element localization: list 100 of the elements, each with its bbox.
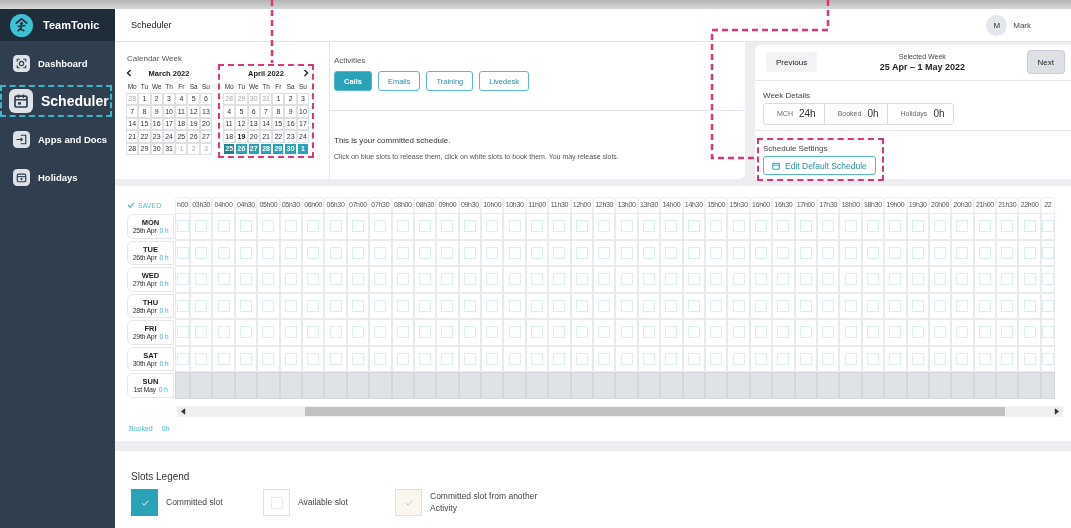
slot-checkbox[interactable] xyxy=(884,239,907,266)
slot-checkbox[interactable] xyxy=(481,292,504,319)
slot-checkbox[interactable] xyxy=(996,292,1019,319)
slot-checkbox[interactable] xyxy=(996,345,1019,372)
slot-checkbox[interactable] xyxy=(951,345,974,372)
slot-checkbox[interactable] xyxy=(458,266,482,293)
slot-checkbox[interactable] xyxy=(548,292,571,319)
slot-checkbox[interactable] xyxy=(772,319,795,346)
slot-checkbox[interactable] xyxy=(257,319,280,346)
slot-checkbox[interactable] xyxy=(1018,213,1041,240)
slot-checkbox[interactable] xyxy=(525,266,549,293)
slot-checkbox[interactable] xyxy=(436,266,459,293)
slot-checkbox[interactable] xyxy=(1018,345,1041,372)
scroll-left-icon[interactable] xyxy=(181,407,186,415)
scroll-right-icon[interactable] xyxy=(1054,407,1059,415)
slot-checkbox[interactable] xyxy=(190,345,213,372)
slot-checkbox[interactable] xyxy=(973,319,997,346)
slot-checkbox[interactable] xyxy=(861,213,885,240)
slot-checkbox[interactable] xyxy=(906,213,929,240)
slot-checkbox[interactable] xyxy=(301,319,325,346)
slot-checkbox[interactable] xyxy=(615,345,638,372)
slot-checkbox[interactable] xyxy=(861,319,885,346)
slot-checkbox[interactable] xyxy=(503,239,526,266)
slot-checkbox[interactable] xyxy=(190,292,213,319)
slot-checkbox[interactable] xyxy=(525,319,549,346)
slot-checkbox[interactable] xyxy=(884,266,907,293)
slot-checkbox[interactable] xyxy=(794,213,817,240)
slot-checkbox[interactable] xyxy=(884,292,907,319)
slot-checkbox[interactable] xyxy=(637,266,661,293)
slot-checkbox[interactable] xyxy=(615,239,638,266)
next-button[interactable]: Next xyxy=(1027,51,1064,74)
slot-checkbox[interactable] xyxy=(996,213,1019,240)
slot-checkbox[interactable] xyxy=(705,213,728,240)
slot-checkbox[interactable] xyxy=(928,213,952,240)
slot-checkbox[interactable] xyxy=(951,292,974,319)
slot-checkbox[interactable] xyxy=(391,319,414,346)
slot-checkbox[interactable] xyxy=(324,345,347,372)
slot-checkbox[interactable] xyxy=(346,266,370,293)
slot-checkbox[interactable] xyxy=(906,319,929,346)
slot-checkbox[interactable] xyxy=(346,319,370,346)
slot-checkbox[interactable] xyxy=(257,292,280,319)
slot-checkbox[interactable] xyxy=(749,266,773,293)
slot-checkbox[interactable] xyxy=(301,213,325,240)
edit-schedule-button[interactable]: Edit Default Schedule xyxy=(763,156,876,175)
slot-checkbox[interactable] xyxy=(928,319,952,346)
slot-checkbox[interactable] xyxy=(190,266,213,293)
slot-checkbox[interactable] xyxy=(593,319,616,346)
slot-checkbox[interactable] xyxy=(369,266,392,293)
slot-checkbox[interactable] xyxy=(257,266,280,293)
slot-checkbox[interactable] xyxy=(436,292,459,319)
slot-checkbox[interactable] xyxy=(615,266,638,293)
chevron-left-icon[interactable] xyxy=(126,69,132,77)
slot-checkbox[interactable] xyxy=(548,239,571,266)
slot-checkbox[interactable] xyxy=(615,319,638,346)
slot-checkbox[interactable] xyxy=(951,266,974,293)
slot-checkbox[interactable] xyxy=(369,319,392,346)
slot-checkbox[interactable] xyxy=(861,266,885,293)
slot-checkbox[interactable] xyxy=(749,319,773,346)
slot-checkbox[interactable] xyxy=(884,345,907,372)
slot-checkbox[interactable] xyxy=(481,319,504,346)
slot-checkbox[interactable] xyxy=(413,319,437,346)
slot-checkbox[interactable] xyxy=(212,213,235,240)
sidebar-item[interactable]: Holidays xyxy=(0,161,115,193)
slot-checkbox[interactable] xyxy=(593,266,616,293)
slot-checkbox[interactable] xyxy=(772,292,795,319)
slot-checkbox[interactable] xyxy=(525,213,549,240)
scrollbar-thumb[interactable] xyxy=(305,406,1005,416)
slot-checkbox[interactable] xyxy=(413,213,437,240)
slot-checkbox[interactable] xyxy=(175,213,190,240)
slot-checkbox[interactable] xyxy=(503,213,526,240)
slot-checkbox[interactable] xyxy=(503,345,526,372)
slot-checkbox[interactable] xyxy=(279,266,302,293)
slot-checkbox[interactable] xyxy=(928,266,952,293)
slot-checkbox[interactable] xyxy=(548,319,571,346)
previous-button[interactable]: Previous xyxy=(766,52,818,73)
slot-checkbox[interactable] xyxy=(481,266,504,293)
slot-checkbox[interactable] xyxy=(772,213,795,240)
slot-checkbox[interactable] xyxy=(727,266,750,293)
slot-checkbox[interactable] xyxy=(615,292,638,319)
slot-checkbox[interactable] xyxy=(884,213,907,240)
slot-checkbox[interactable] xyxy=(637,213,661,240)
slot-checkbox[interactable] xyxy=(190,213,213,240)
slot-checkbox[interactable] xyxy=(175,345,190,372)
slot-checkbox[interactable] xyxy=(234,266,258,293)
horizontal-scrollbar[interactable] xyxy=(177,405,1063,417)
slot-checkbox[interactable] xyxy=(1018,292,1041,319)
slot-checkbox[interactable] xyxy=(951,319,974,346)
slot-checkbox[interactable] xyxy=(369,292,392,319)
slot-checkbox[interactable] xyxy=(346,213,370,240)
slot-checkbox[interactable] xyxy=(413,266,437,293)
slot-checkbox[interactable] xyxy=(436,213,459,240)
slot-checkbox[interactable] xyxy=(593,292,616,319)
slot-checkbox[interactable] xyxy=(458,319,482,346)
slot-checkbox[interactable] xyxy=(436,239,459,266)
slot-checkbox[interactable] xyxy=(436,319,459,346)
slot-checkbox[interactable] xyxy=(816,213,840,240)
slot-checkbox[interactable] xyxy=(660,345,683,372)
slot-checkbox[interactable] xyxy=(615,213,638,240)
slot-checkbox[interactable] xyxy=(705,319,728,346)
sidebar-item[interactable]: Scheduler xyxy=(0,85,112,117)
